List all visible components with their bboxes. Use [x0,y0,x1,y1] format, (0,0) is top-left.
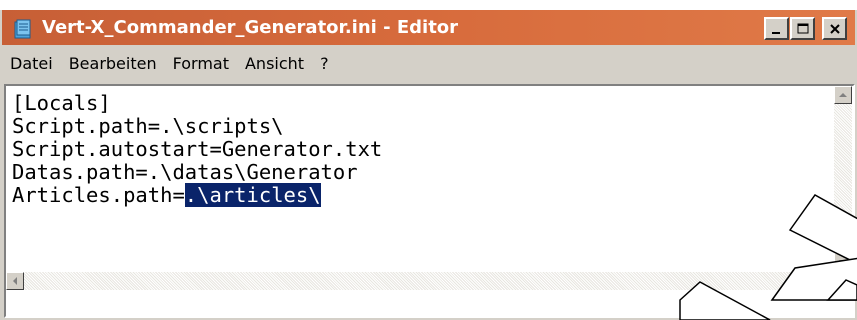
selected-text: .\articles\ [184,183,321,207]
menu-help[interactable]: ? [312,54,337,73]
text-line: Articles.path=.\articles\ [12,183,832,207]
window-title: Vert-X_Commander_Generator.ini - Editor [42,17,459,38]
text-line-prefix: Articles.path= [12,183,185,207]
arrow-right-icon [823,277,827,285]
editor-window: Vert-X_Commander_Generator.ini - Editor … [0,0,857,320]
maximize-button[interactable] [790,17,815,40]
top-strip [0,0,857,10]
resize-grip[interactable] [834,272,852,290]
arrow-down-icon [839,260,847,264]
text-line: Script.autostart=Generator.txt [12,137,383,161]
minimize-button[interactable] [764,17,789,40]
horizontal-scrollbar[interactable] [6,272,834,290]
scroll-down-button[interactable] [834,253,852,271]
title-bar[interactable]: Vert-X_Commander_Generator.ini - Editor [2,10,855,45]
minimize-icon [771,31,780,34]
scroll-right-button[interactable] [816,272,834,290]
menu-datei[interactable]: Datei [2,54,61,73]
menu-bearbeiten[interactable]: Bearbeiten [61,54,165,73]
close-button[interactable] [822,17,847,40]
close-icon [829,23,840,34]
text-area-frame: [Locals] Script.path=.\scripts\ Script.aut… [4,84,855,318]
text-line: Datas.path=.\datas\Generator [12,160,358,184]
vertical-scrollbar[interactable] [834,86,852,271]
notepad-icon[interactable] [12,18,34,40]
menu-format[interactable]: Format [165,54,237,73]
maximize-icon [797,23,808,33]
arrow-left-icon [13,277,17,285]
menu-bar: Datei Bearbeiten Format Ansicht ? [2,46,855,80]
text-line: Script.path=.\scripts\ [12,114,284,138]
menu-ansicht[interactable]: Ansicht [237,54,312,73]
scroll-left-button[interactable] [6,272,24,290]
scroll-up-button[interactable] [834,86,852,104]
text-area[interactable]: [Locals] Script.path=.\scripts\ Script.aut… [12,92,832,262]
text-line: [Locals] [12,92,111,115]
arrow-up-icon [839,93,847,97]
